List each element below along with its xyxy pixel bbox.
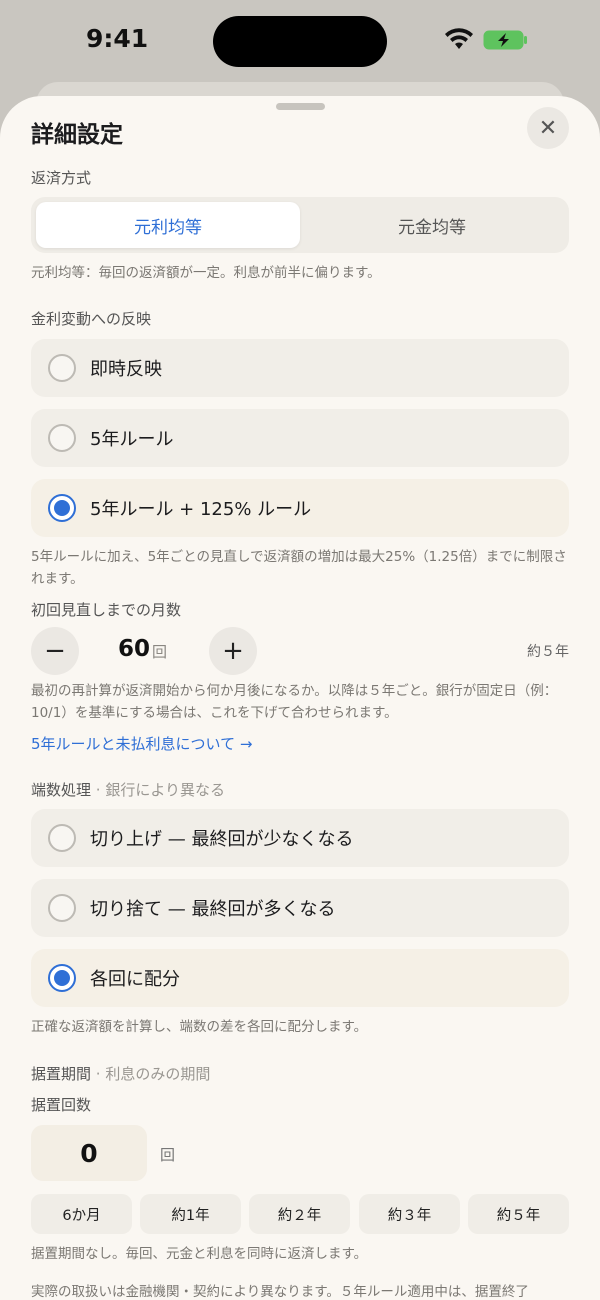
approx-years: 約５年 xyxy=(527,644,569,660)
battery-charging-icon xyxy=(483,30,527,50)
deferral-unit: 回 xyxy=(160,1146,176,1164)
first-review-note: 最初の再計算が返済開始から何か月後になるか。以降は５年ごと。銀行が固定日（例：1… xyxy=(31,683,558,721)
rate-option-5-year-rule[interactable]: 5年ルール xyxy=(31,409,569,467)
option-label: 切り上げ — 最終回が少なくなる xyxy=(90,829,354,850)
close-icon: ✕ xyxy=(538,115,558,141)
radio-unselected xyxy=(48,354,76,382)
months-value: 60 xyxy=(118,636,151,662)
rounding-option-round-up[interactable]: 切り上げ — 最終回が少なくなる xyxy=(31,809,569,867)
rounding-option-round-down[interactable]: 切り捨て — 最終回が多くなる xyxy=(31,879,569,937)
deferral-label: 据置期間 · 利息のみの期間 xyxy=(31,1063,210,1084)
close-button[interactable]: ✕ xyxy=(527,107,569,149)
disclaimer-text: 実際の取扱いは金融機関・契約により異なります。５年ルール適用中は、据置終了 xyxy=(31,1284,529,1300)
option-label: 5年ルール + 125% ルール xyxy=(90,499,312,520)
option-label: 切り捨て — 最終回が多くなる xyxy=(90,899,336,920)
radio-unselected xyxy=(48,824,76,852)
sheet-title: 詳細設定 xyxy=(31,122,123,148)
rate-option-5-year-125-rule[interactable]: 5年ルール + 125% ルール xyxy=(31,479,569,537)
radio-unselected xyxy=(48,894,76,922)
decrement-button[interactable]: − xyxy=(31,627,79,675)
status-time: 9:41 xyxy=(86,24,149,53)
dynamic-island xyxy=(213,16,387,67)
rounding-title: 端数処理 xyxy=(31,781,92,799)
preset-1-year[interactable]: 約1年 xyxy=(140,1194,241,1234)
option-label: 5年ルール xyxy=(90,429,174,450)
plus-icon: + xyxy=(222,636,244,666)
rounding-sublabel: · 銀行により異なる xyxy=(95,781,226,799)
repayment-note: 元利均等：毎回の返済額が一定。利息が前半に偏ります。 xyxy=(31,265,381,281)
deferral-count-label: 据置回数 xyxy=(31,1096,92,1114)
minus-icon: − xyxy=(44,636,66,666)
rounding-label: 端数処理 · 銀行により異なる xyxy=(31,779,225,800)
repayment-label: 返済方式 xyxy=(31,169,92,187)
sheet-grabber[interactable] xyxy=(276,103,325,110)
preset-3-years[interactable]: 約３年 xyxy=(359,1194,460,1234)
repayment-segmented-control: 元利均等 元金均等 xyxy=(31,197,569,253)
deferral-title: 据置期間 xyxy=(31,1065,92,1083)
deferral-note: 据置期間なし。毎回、元金と利息を同時に返済します。 xyxy=(31,1246,368,1262)
preset-2-years[interactable]: 約２年 xyxy=(249,1194,350,1234)
status-bar: 9:41 xyxy=(0,0,600,82)
rounding-note: 正確な返済額を計算し、端数の差を各回に配分します。 xyxy=(31,1019,368,1035)
months-unit: 回 xyxy=(152,643,168,661)
deferral-sublabel: · 利息のみの期間 xyxy=(95,1065,211,1083)
deferral-count-input[interactable]: 0 xyxy=(31,1125,147,1181)
radio-selected xyxy=(48,494,76,522)
rate-option-immediate[interactable]: 即時反映 xyxy=(31,339,569,397)
rate-change-label: 金利変動への反映 xyxy=(31,310,152,328)
preset-6-months[interactable]: 6か月 xyxy=(31,1194,132,1234)
first-review-label: 初回見直しまでの月数 xyxy=(31,601,182,619)
increment-button[interactable]: + xyxy=(209,627,257,675)
repayment-option-equal-principal[interactable]: 元金均等 xyxy=(300,202,564,248)
preset-5-years[interactable]: 約５年 xyxy=(468,1194,569,1234)
repayment-option-equal-payment[interactable]: 元利均等 xyxy=(36,202,300,248)
radio-selected xyxy=(48,964,76,992)
rate-change-note: 5年ルールに加え、5年ごとの見直しで返済額の増加は最大25%（1.25倍）までに… xyxy=(31,549,567,587)
five-year-rule-link[interactable]: 5年ルールと未払利息について → xyxy=(31,733,252,754)
settings-sheet: 詳細設定 ✕ 返済方式 元利均等 元金均等 元利均等：毎回の返済額が一定。利息が… xyxy=(0,96,600,1300)
rounding-option-distribute[interactable]: 各回に配分 xyxy=(31,949,569,1007)
wifi-icon xyxy=(445,28,473,49)
radio-unselected xyxy=(48,424,76,452)
option-label: 即時反映 xyxy=(90,359,162,380)
option-label: 各回に配分 xyxy=(90,969,180,990)
